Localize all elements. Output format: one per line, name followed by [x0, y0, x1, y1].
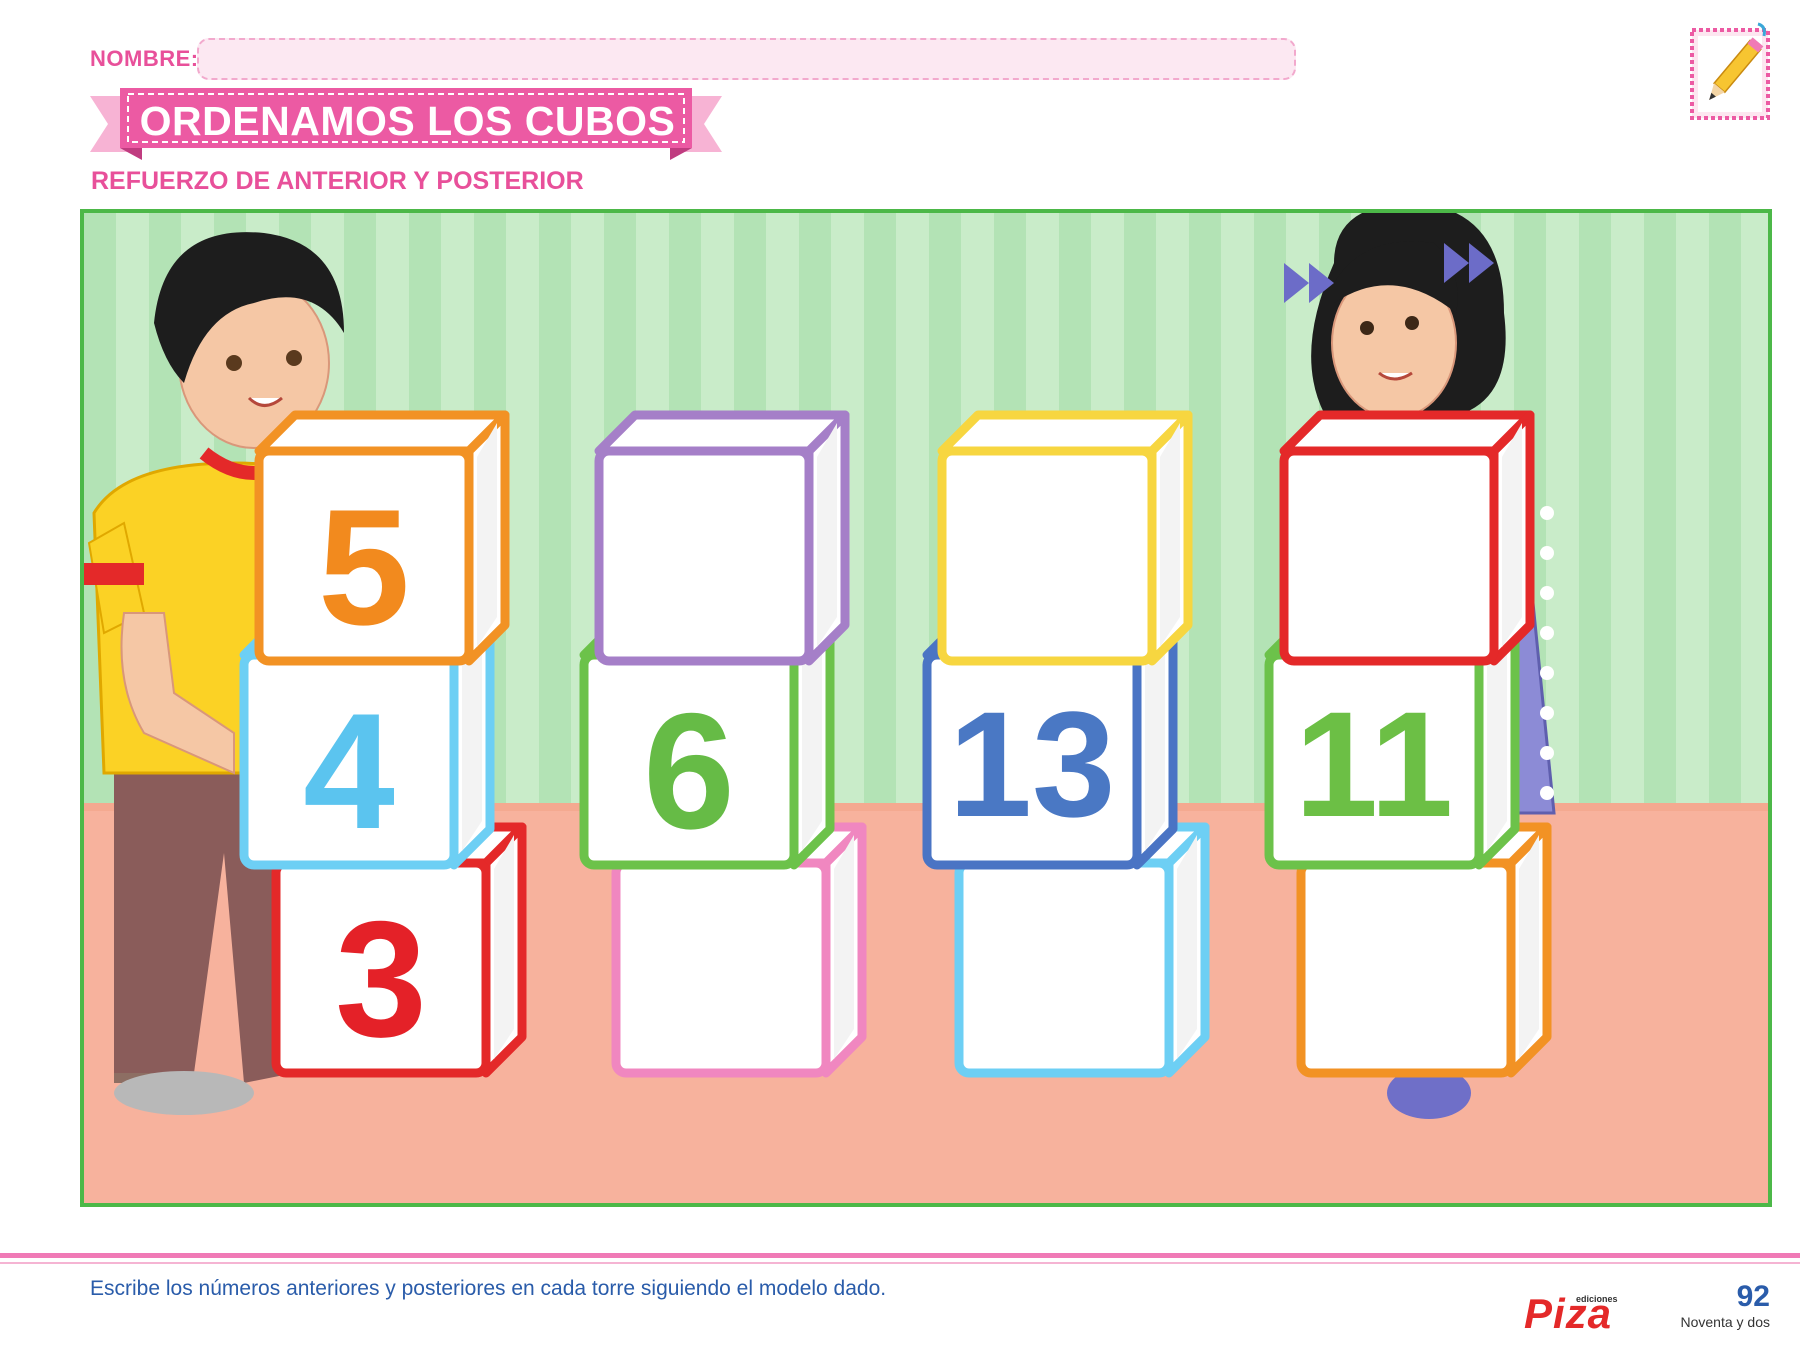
footer-divider	[0, 1253, 1800, 1258]
exercise-scene: 3 4 5 6 13 11	[80, 209, 1772, 1207]
cube-3-top[interactable]	[937, 410, 1193, 666]
name-label: NOMBRE:	[90, 46, 199, 71]
page-title: ORDENAMOS LOS CUBOS	[139, 98, 676, 144]
name-input[interactable]	[197, 38, 1296, 80]
cube-4-top[interactable]	[1279, 410, 1535, 666]
cube-1-top: 5	[254, 410, 510, 666]
publisher-logo-subtext: ediciones	[1576, 1294, 1618, 1304]
instruction-text: Escribe los números anteriores y posteri…	[90, 1277, 887, 1300]
pencil-icon	[1690, 22, 1770, 120]
cube-number: 13	[948, 680, 1116, 848]
cube-number: 11	[1294, 680, 1454, 848]
cube-number: 5	[318, 475, 410, 659]
cube-number: 3	[335, 887, 427, 1071]
cube-number: 4	[303, 679, 395, 863]
cube-2-top[interactable]	[594, 410, 850, 666]
footer-divider-thin	[0, 1262, 1800, 1264]
cube-number: 6	[643, 679, 735, 863]
page-subtitle: REFUERZO DE ANTERIOR Y POSTERIOR	[91, 167, 584, 195]
page-number-words: Noventa y dos	[1680, 1314, 1771, 1330]
page-number: 92	[1736, 1280, 1770, 1313]
